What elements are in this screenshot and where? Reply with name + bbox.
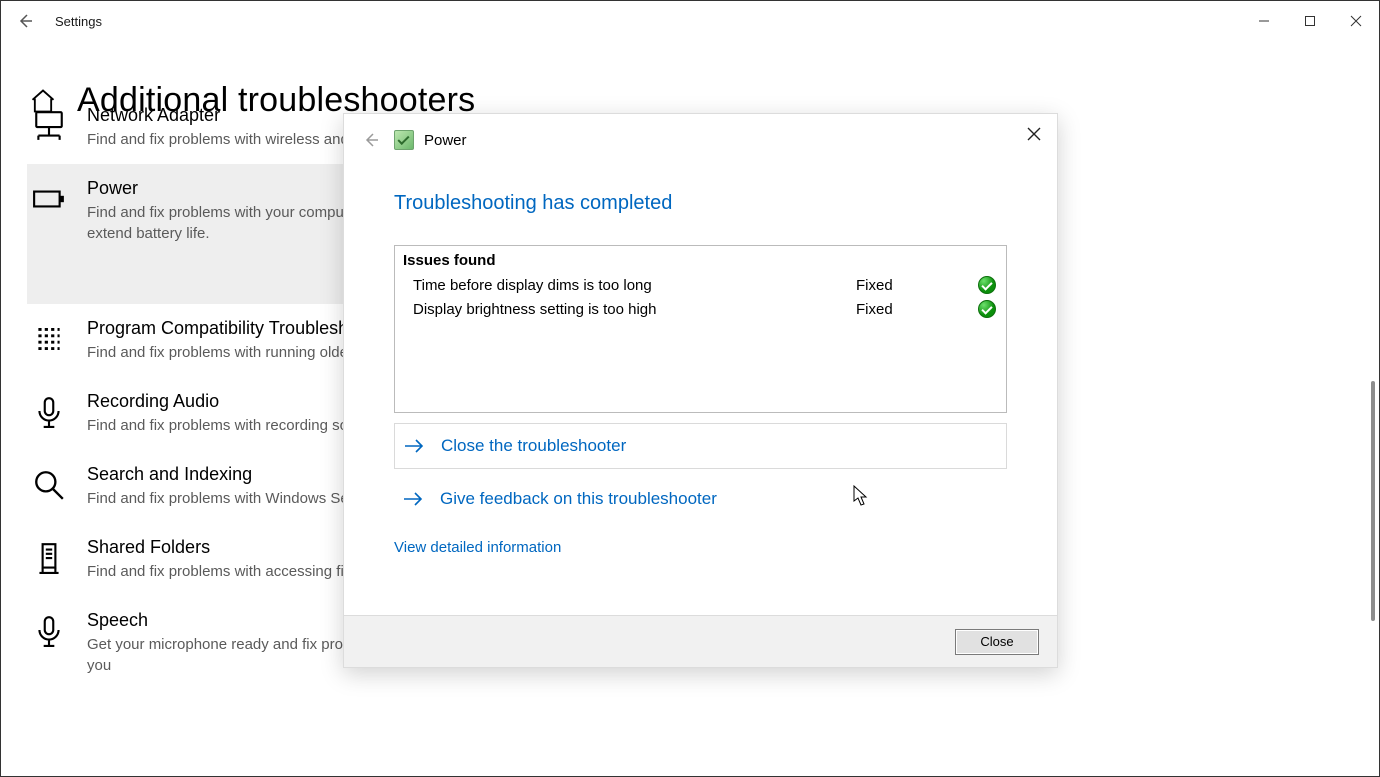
dialog-app-label: Power — [394, 130, 467, 150]
issue-desc: Time before display dims is too long — [413, 277, 856, 294]
check-icon — [978, 300, 996, 318]
troubleshooter-name: Search and Indexing — [87, 464, 382, 485]
minimize-button[interactable] — [1241, 1, 1287, 41]
close-troubleshooter-link[interactable]: Close the troubleshooter — [394, 423, 1007, 469]
scrollbar-thumb[interactable] — [1371, 381, 1375, 621]
action-label: Give feedback on this troubleshooter — [440, 489, 717, 509]
troubleshooter-desc: Find and fix problems with recording sou… — [87, 415, 377, 436]
give-feedback-link[interactable]: Give feedback on this troubleshooter — [394, 477, 1007, 521]
arrow-left-icon — [362, 131, 380, 149]
action-label: Close the troubleshooter — [441, 436, 626, 456]
search-icon — [31, 464, 67, 509]
dialog-header: Power — [344, 114, 1057, 166]
server-icon — [31, 537, 67, 582]
dialog-headline: Troubleshooting has completed — [394, 192, 1007, 215]
maximize-button[interactable] — [1287, 1, 1333, 41]
dialog-app-name: Power — [424, 132, 467, 149]
issues-found-box: Issues found Time before display dims is… — [394, 245, 1007, 413]
battery-icon — [31, 178, 67, 244]
arrow-right-icon — [403, 437, 425, 455]
issues-header: Issues found — [395, 246, 1006, 273]
microphone-icon — [31, 610, 67, 676]
dialog-footer: Close — [344, 615, 1057, 667]
issue-status: Fixed — [856, 277, 976, 294]
troubleshooter-dialog: Power Troubleshooting has completed Issu… — [343, 113, 1058, 668]
close-icon — [1350, 15, 1362, 27]
titlebar: Settings — [1, 1, 1379, 41]
settings-window: Settings Additional troubleshooters — [1, 1, 1379, 776]
back-button[interactable] — [1, 13, 49, 29]
dialog-back-button — [354, 123, 388, 157]
arrow-left-icon — [17, 13, 33, 29]
dialog-close-x[interactable] — [1017, 120, 1051, 148]
troubleshooter-desc: Find and fix problems with Windows Searc… — [87, 488, 382, 509]
microphone-icon — [31, 391, 67, 436]
window-title: Settings — [55, 14, 102, 29]
issue-row[interactable]: Display brightness setting is too high F… — [395, 297, 1006, 321]
close-window-button[interactable] — [1333, 1, 1379, 41]
close-icon — [1027, 127, 1041, 141]
issue-row[interactable]: Time before display dims is too long Fix… — [395, 273, 1006, 297]
network-icon — [31, 105, 67, 150]
troubleshooter-name: Recording Audio — [87, 391, 377, 412]
issue-desc: Display brightness setting is too high — [413, 301, 856, 318]
power-troubleshooter-icon — [394, 130, 414, 150]
view-detailed-info-link[interactable]: View detailed information — [394, 539, 561, 556]
minimize-icon — [1258, 15, 1270, 27]
list-icon — [31, 318, 67, 363]
arrow-right-icon — [402, 490, 424, 508]
issue-status: Fixed — [856, 301, 976, 318]
dialog-body: Troubleshooting has completed Issues fou… — [344, 166, 1057, 615]
maximize-icon — [1304, 15, 1316, 27]
close-button[interactable]: Close — [955, 629, 1039, 655]
window-controls — [1241, 1, 1379, 41]
check-icon — [978, 276, 996, 294]
